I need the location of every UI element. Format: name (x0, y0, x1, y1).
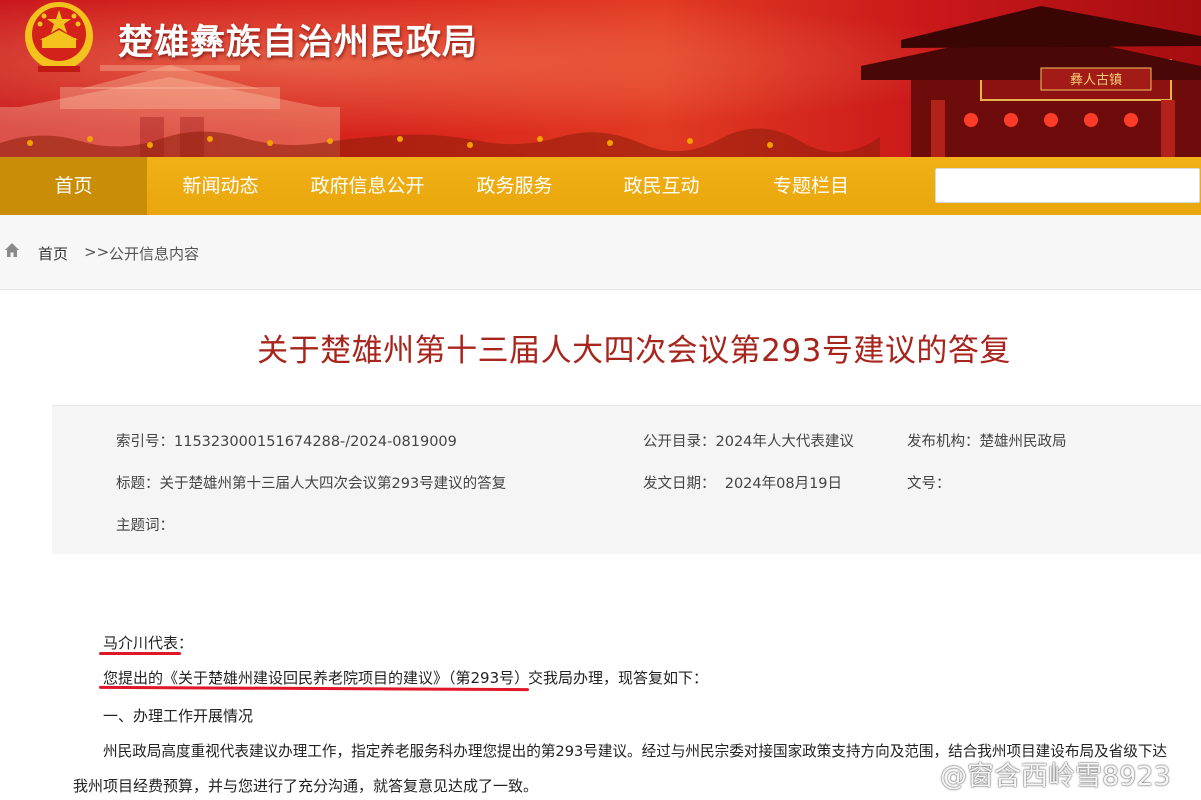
nav-news[interactable]: 新闻动态 (147, 157, 294, 215)
meta-keywords: 主题词： (116, 518, 174, 534)
nav-special[interactable]: 专题栏目 (735, 157, 887, 215)
svg-text:彝人古镇: 彝人古镇 (1070, 72, 1122, 88)
body-intro-highlight: 您提出的《关于楚雄州建设回民养老院项目的建议》（第293号） (103, 669, 530, 687)
nav-home[interactable]: 首页 (0, 157, 147, 215)
weibo-icon (904, 762, 933, 786)
home-icon (5, 243, 19, 257)
breadcrumb-current: 公开信息内容 (109, 245, 200, 263)
meta-date: 发文日期： 2024年08月19日 (643, 476, 843, 492)
site-title[interactable]: 楚雄彝族自治州民政局 (118, 14, 478, 65)
search-input[interactable] (935, 168, 1200, 203)
body-section-heading: 一、办理工作开展情况 (103, 707, 254, 725)
meta-doc-no: 文号： (907, 476, 951, 492)
nav-gov-info[interactable]: 政府信息公开 (294, 157, 441, 215)
meta-publisher: 发布机构：楚雄州民政局 (907, 434, 1067, 450)
nav-services[interactable]: 政务服务 (441, 157, 588, 215)
breadcrumb-home-link[interactable]: 首页 (38, 243, 68, 264)
nav-interaction[interactable]: 政民互动 (588, 157, 735, 215)
meta-index-no: 索引号：115323000151674288-/2024-0819009 (116, 434, 457, 450)
red-underline-mark (99, 652, 181, 655)
watermark-text: @窗含西岭雪8923 (940, 760, 1171, 792)
breadcrumb-separator: >> (84, 243, 110, 261)
body-paragraph-line: 我州项目经费预算，并与您进行了充分沟通，就答复意见达成了一致。 (73, 777, 539, 795)
header-banner: 彝人古镇 楚雄彝族自治州民政局 (0, 0, 1201, 157)
body-intro-rest: 交我局办理，现答复如下： (528, 669, 709, 687)
weibo-watermark: @窗含西岭雪8923 (904, 755, 1171, 792)
national-emblem-icon (25, 2, 93, 72)
meta-catalog: 公开目录：2024年人大代表建议 (643, 434, 854, 450)
flower-border-graphic (0, 128, 880, 157)
meta-subject: 标题：关于楚雄州第十三届人大四次会议第293号建议的答复 (116, 476, 507, 492)
article-title: 关于楚雄州第十三届人大四次会议第293号建议的答复 (257, 333, 1011, 369)
body-salutation: 马介川代表： (103, 634, 194, 652)
